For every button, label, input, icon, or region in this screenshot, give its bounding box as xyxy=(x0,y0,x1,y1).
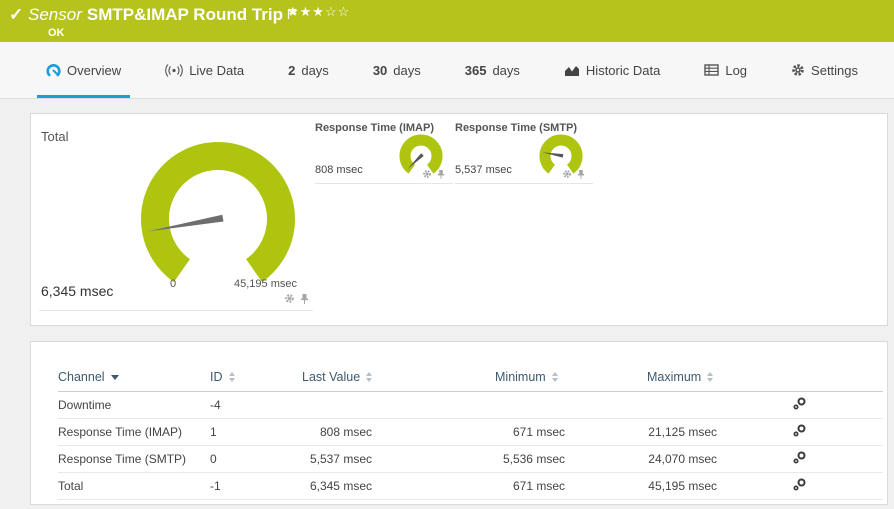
channels-table: Channel ID Last Value Minimum Maximum Do… xyxy=(58,364,884,500)
gauge-icon xyxy=(46,63,61,76)
gauge-pin-icon[interactable] xyxy=(437,169,445,179)
sort-icon xyxy=(707,372,714,383)
priority-star-rating[interactable]: ★★★☆☆ xyxy=(287,4,350,20)
tab-30-days[interactable]: 30 days xyxy=(373,42,421,98)
tab-30-days-number: 30 xyxy=(372,62,388,78)
channel-settings-icon[interactable] xyxy=(792,477,807,492)
tab-log-label: Log xyxy=(725,62,748,78)
channel-last-value xyxy=(302,391,372,419)
channel-last-value: 6,345 msec xyxy=(302,472,372,500)
total-gauge xyxy=(141,142,295,283)
status-ok-check-icon: ✓ xyxy=(9,5,24,24)
tab-365-days-number: 365 xyxy=(464,62,487,78)
channel-settings-icon[interactable] xyxy=(792,450,807,465)
channel-maximum: 45,195 msec xyxy=(647,472,718,500)
column-header-channel[interactable]: Channel xyxy=(58,370,119,384)
total-gauge-max-label: 45,195 msec xyxy=(234,278,297,290)
sensor-header: ✓ Sensor SMTP&IMAP Round Trip ★★★☆☆ OK xyxy=(0,0,894,42)
channel-settings-icon[interactable] xyxy=(792,423,807,438)
broadcast-icon xyxy=(165,63,184,77)
imap-gauge-value: 808 msec xyxy=(315,164,363,176)
channel-name: Response Time (IMAP) xyxy=(58,418,210,446)
tab-log[interactable]: Log xyxy=(704,42,747,98)
channel-minimum: 5,536 msec xyxy=(495,445,565,473)
tab-bar: Overview Live Data 2 days 30 days 365 da… xyxy=(0,42,894,99)
tab-2-days-label: days xyxy=(301,62,329,78)
total-gauge-min-label: 0 xyxy=(169,278,177,290)
channel-maximum: 21,125 msec xyxy=(647,418,718,446)
imap-gauge-title: Response Time (IMAP) xyxy=(315,122,434,134)
smtp-gauge-title: Response Time (SMTP) xyxy=(455,122,578,134)
sensor-kind-label: Sensor xyxy=(28,5,82,24)
table-row: Total -1 6,345 msec 671 msec 45,195 msec xyxy=(58,472,884,500)
id-header-label: ID xyxy=(210,370,223,385)
channel-last-value: 5,537 msec xyxy=(302,445,372,473)
smtp-gauge-block: Response Time (SMTP) 5,537 msec xyxy=(455,122,593,184)
tab-2-days-number: 2 xyxy=(288,62,296,78)
tab-2-days[interactable]: 2 days xyxy=(288,42,329,98)
table-row: Response Time (IMAP) 1 808 msec 671 msec… xyxy=(58,418,884,446)
column-header-maximum[interactable]: Maximum xyxy=(647,370,714,385)
channel-maximum: 24,070 msec xyxy=(647,445,718,473)
last-value-header-label: Last Value xyxy=(302,370,361,385)
gauge-gear-icon[interactable] xyxy=(562,169,572,179)
gauge-pin-icon[interactable] xyxy=(300,293,309,304)
tab-overview[interactable]: Overview xyxy=(36,42,131,98)
channel-id: 1 xyxy=(210,418,302,446)
tab-live-data-label: Live Data xyxy=(189,62,245,78)
column-header-minimum[interactable]: Minimum xyxy=(495,370,558,384)
tab-settings[interactable]: Settings xyxy=(791,42,858,98)
tab-settings-label: Settings xyxy=(811,62,859,78)
sort-icon xyxy=(366,372,373,383)
total-gauge-block: Total 0 45,195 msec 6,345 msec xyxy=(39,121,313,311)
smtp-gauge-value: 5,537 msec xyxy=(455,164,512,176)
column-header-last-value[interactable]: Last Value xyxy=(302,370,373,385)
gauges-panel: Total 0 45,195 msec 6,345 msec Response … xyxy=(30,113,888,326)
channel-minimum: 671 msec xyxy=(495,472,565,500)
channel-id: 0 xyxy=(210,445,302,473)
tab-365-days[interactable]: 365 days xyxy=(465,42,520,98)
channel-last-value: 808 msec xyxy=(302,418,372,446)
tab-overview-label: Overview xyxy=(67,62,122,78)
gear-icon xyxy=(792,64,804,76)
table-row: Downtime -4 xyxy=(58,391,884,419)
sort-desc-icon xyxy=(110,374,119,380)
sensor-name: SMTP&IMAP Round Trip xyxy=(86,5,283,24)
channel-header-label: Channel xyxy=(58,370,105,385)
channel-id: -4 xyxy=(210,391,302,419)
channel-name: Total xyxy=(58,472,210,500)
total-gauge-value: 6,345 msec xyxy=(41,283,114,299)
column-header-id[interactable]: ID xyxy=(210,370,235,384)
table-header-row: Channel ID Last Value Minimum Maximum xyxy=(58,364,884,392)
tab-30-days-label: days xyxy=(393,62,421,78)
channel-id: -1 xyxy=(210,472,302,500)
total-gauge-title: Total xyxy=(41,129,69,144)
log-icon xyxy=(704,64,720,76)
minimum-header-label: Minimum xyxy=(495,370,546,385)
channel-name: Downtime xyxy=(58,391,210,419)
sensor-title: Sensor SMTP&IMAP Round Trip xyxy=(28,5,298,25)
channel-name: Response Time (SMTP) xyxy=(58,445,210,473)
maximum-header-label: Maximum xyxy=(647,370,702,385)
imap-gauge-block: Response Time (IMAP) 808 msec xyxy=(315,122,453,184)
gauge-gear-icon[interactable] xyxy=(284,293,295,304)
channel-settings-icon[interactable] xyxy=(792,396,807,411)
gauge-pin-icon[interactable] xyxy=(577,169,585,179)
tab-historic-data[interactable]: Historic Data xyxy=(564,42,660,98)
channel-minimum: 671 msec xyxy=(495,418,565,446)
sort-icon xyxy=(551,372,558,383)
tab-365-days-label: days xyxy=(492,62,520,78)
sort-icon xyxy=(228,372,235,383)
channel-maximum xyxy=(647,391,718,419)
tab-live-data[interactable]: Live Data xyxy=(165,42,244,98)
gauge-gear-icon[interactable] xyxy=(422,169,432,179)
table-row: Response Time (SMTP) 0 5,537 msec 5,536 … xyxy=(58,445,884,473)
tab-historic-data-label: Historic Data xyxy=(585,62,661,78)
chart-icon xyxy=(564,65,579,76)
status-badge: OK xyxy=(48,27,65,39)
channel-minimum xyxy=(495,391,565,419)
channels-panel: Channel ID Last Value Minimum Maximum Do… xyxy=(30,341,888,505)
